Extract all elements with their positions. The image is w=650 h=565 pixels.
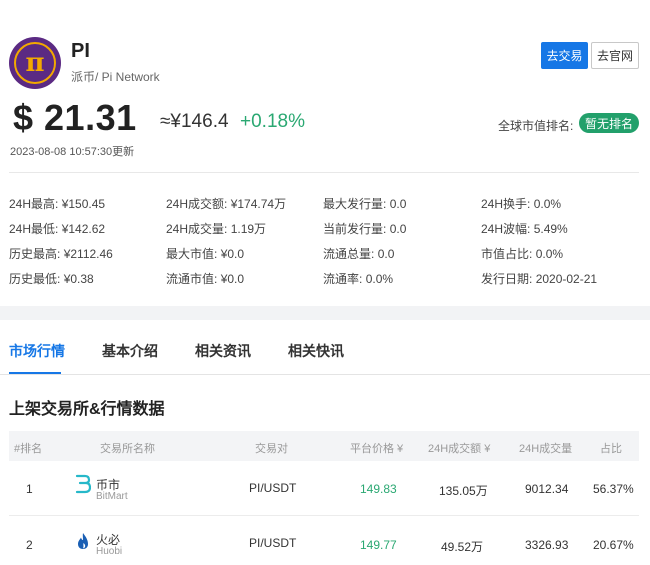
rank-badge: 暂无排名 [579, 113, 639, 133]
stat-all-time-high: 历史最高: ¥2112.46 [9, 247, 113, 261]
stat-circulation-rate: 流通率: 0.0% [323, 272, 394, 286]
th-amount: 24H成交额 ¥ [428, 443, 491, 455]
price-usd: $ 21.31 [13, 97, 137, 138]
exchange-name-en: Huobi [96, 546, 123, 557]
rank-label: 全球市值排名: [498, 119, 574, 133]
stat-24h-amplitude: 24H波幅: 5.49% [481, 222, 568, 236]
stat-market-share: 市值占比: 0.0% [481, 247, 564, 261]
24h-amount: 49.52万 [441, 540, 484, 554]
update-time: 2023-08-08 10:57:30更新 [10, 146, 135, 158]
stat-max-market-cap: 最大市值: ¥0.0 [166, 247, 245, 261]
th-volume: 24H成交量 [519, 443, 573, 455]
go-trade-button[interactable]: 去交易 [541, 42, 588, 69]
huobi-flame-icon [77, 532, 89, 550]
stat-circulating-cap: 流通市值: ¥0.0 [166, 272, 245, 286]
stat-24h-amount: 24H成交额: ¥174.74万 [166, 197, 287, 211]
tab-market[interactable]: 市场行情 [9, 341, 65, 361]
tab-divider [0, 374, 650, 375]
divider [9, 172, 639, 173]
go-website-button[interactable]: 去官网 [591, 42, 639, 69]
trade-pair: PI/USDT [249, 536, 297, 550]
stat-24h-high: 24H最高: ¥150.45 [9, 197, 106, 211]
tab-flash[interactable]: 相关快讯 [288, 341, 344, 361]
platform-price: 149.77 [360, 538, 397, 552]
stat-24h-turnover: 24H换手: 0.0% [481, 197, 562, 211]
coin-symbol: PI [71, 40, 90, 62]
stat-all-time-low: 历史最低: ¥0.38 [9, 272, 94, 286]
stat-max-supply: 最大发行量: 0.0 [323, 197, 407, 211]
tab-intro[interactable]: 基本介绍 [102, 341, 158, 361]
bitmart-icon [75, 474, 92, 494]
row-divider [9, 515, 639, 516]
price-cny: ≈¥146.4 [160, 111, 229, 132]
th-rank: #排名 [14, 443, 43, 455]
24h-amount: 135.05万 [439, 484, 488, 498]
price-change: +0.18% [240, 111, 305, 132]
stat-circulating-total: 流通总量: 0.0 [323, 247, 395, 261]
coin-subtitle: 派币/ Pi Network [71, 70, 160, 84]
stat-issue-date: 发行日期: 2020-02-21 [481, 272, 598, 286]
share: 56.37% [593, 482, 634, 496]
row-rank: 1 [26, 482, 33, 496]
share: 20.67% [593, 538, 634, 552]
exchange-name-en: BitMart [96, 491, 128, 502]
th-pair: 交易对 [255, 443, 288, 455]
section-title: 上架交易所&行情数据 [9, 401, 165, 418]
24h-volume: 9012.34 [525, 482, 569, 496]
stat-24h-volume: 24H成交量: 1.19万 [166, 222, 267, 236]
stat-24h-low: 24H最低: ¥142.62 [9, 222, 106, 236]
tab-news[interactable]: 相关资讯 [195, 341, 251, 361]
trade-pair: PI/USDT [249, 481, 297, 495]
24h-volume: 3326.93 [525, 538, 569, 552]
th-price: 平台价格 ¥ [350, 443, 404, 455]
pi-glyph: π [25, 48, 45, 78]
th-share: 占比 [600, 443, 622, 455]
stat-current-supply: 当前发行量: 0.0 [323, 222, 407, 236]
pi-logo: π [9, 37, 61, 89]
row-rank: 2 [26, 538, 33, 552]
platform-price: 149.83 [360, 482, 397, 496]
th-exchange: 交易所名称 [100, 443, 155, 455]
